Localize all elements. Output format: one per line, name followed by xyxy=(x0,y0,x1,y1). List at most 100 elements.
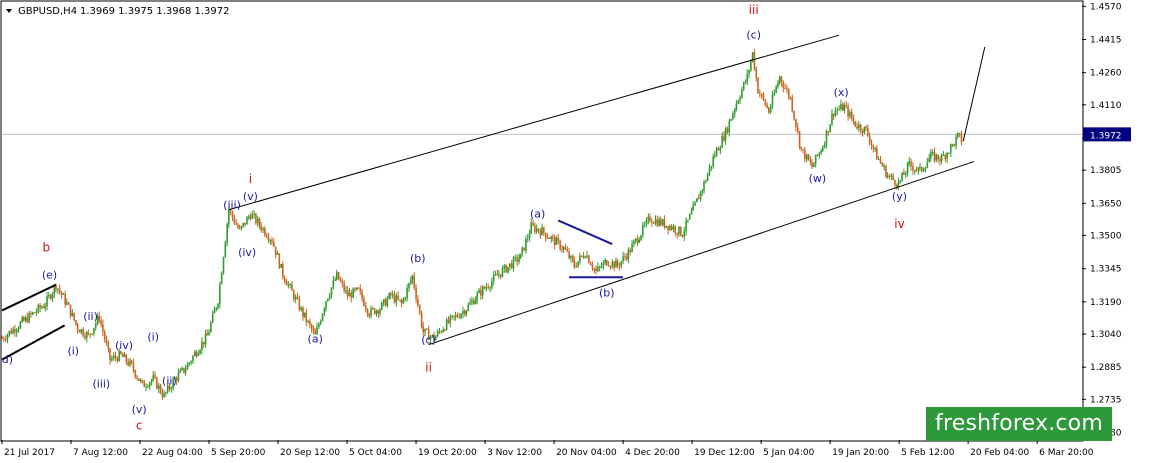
candle-body xyxy=(417,298,419,306)
candle-body xyxy=(726,128,729,133)
candle-body xyxy=(735,103,738,110)
candle-body xyxy=(793,111,795,120)
wave-label: b xyxy=(42,241,50,255)
wave-label: (ii) xyxy=(162,374,177,387)
candle-body xyxy=(847,106,849,117)
candle-body xyxy=(193,352,196,356)
y-tick-label: 1.3190 xyxy=(1090,298,1122,308)
candle-body xyxy=(562,247,565,250)
candle-body xyxy=(510,263,513,269)
candle-body xyxy=(534,225,536,232)
candle-body xyxy=(355,287,358,290)
candle-body xyxy=(512,257,515,269)
candle-body xyxy=(820,150,822,153)
candle-body xyxy=(606,260,608,266)
candle-body xyxy=(640,235,642,240)
candle-body xyxy=(919,166,921,168)
candle-body xyxy=(690,210,693,215)
candle-body xyxy=(800,146,802,149)
candle-body xyxy=(357,287,360,289)
candle-body xyxy=(361,291,363,299)
candle-body xyxy=(420,312,423,327)
candle-body xyxy=(409,280,412,284)
candle-body xyxy=(238,227,241,229)
wave-label: i xyxy=(249,172,252,186)
candle-body xyxy=(26,317,29,323)
candle-body xyxy=(811,162,813,168)
candle-body xyxy=(78,330,81,333)
candle-body xyxy=(784,87,786,89)
candle-body xyxy=(611,261,614,267)
candle-body xyxy=(948,152,950,154)
candle-body xyxy=(537,228,540,232)
candle-body xyxy=(674,226,677,233)
candle-body xyxy=(622,256,624,262)
candle-body xyxy=(940,155,943,161)
candle-body xyxy=(278,253,281,268)
candle-body xyxy=(436,331,439,337)
candle-body xyxy=(224,242,227,258)
candle-body xyxy=(802,148,804,150)
candle-body xyxy=(618,265,621,267)
candle-body xyxy=(588,255,590,263)
current-price-label: 1.3972 xyxy=(1090,131,1122,141)
candle-body xyxy=(44,306,46,308)
candle-body xyxy=(555,238,558,246)
candle-body xyxy=(260,225,262,231)
candle-body xyxy=(633,240,635,245)
x-tick-label: 21 Jul 2017 xyxy=(4,448,55,458)
candle-body xyxy=(354,288,356,290)
candle-body xyxy=(73,312,75,321)
candle-body xyxy=(359,288,362,292)
candle-body xyxy=(604,260,606,263)
candle-body xyxy=(62,294,65,296)
candle-body xyxy=(885,166,887,178)
candle-body xyxy=(211,313,214,323)
y-tick-label: 1.3500 xyxy=(1090,231,1122,241)
candle-body xyxy=(642,224,644,236)
y-tick-label: 1.4570 xyxy=(1090,2,1122,12)
price-chart[interactable]: GBPUSD,H4 1.3969 1.3975 1.3968 1.3972 b (… xyxy=(0,0,1155,463)
candle-body xyxy=(312,329,315,331)
candle-body xyxy=(892,175,894,181)
candle-body xyxy=(444,329,446,331)
candle-body xyxy=(733,109,736,114)
candle-body xyxy=(471,300,473,303)
candle-body xyxy=(210,322,212,332)
candle-body xyxy=(660,219,662,225)
candle-body xyxy=(489,287,491,289)
candle-body xyxy=(364,305,367,310)
candle-body xyxy=(112,355,115,359)
candle-body xyxy=(696,198,698,203)
candle-body xyxy=(274,246,277,255)
candle-body xyxy=(4,339,7,341)
candle-body xyxy=(730,119,732,121)
candle-body xyxy=(395,295,398,303)
candle-body xyxy=(931,151,934,153)
candle-body xyxy=(577,261,579,267)
candle-body xyxy=(445,319,448,330)
y-tick-label: 1.3345 xyxy=(1090,265,1122,275)
candle-body xyxy=(609,266,612,268)
candle-body xyxy=(858,124,860,129)
candle-body xyxy=(777,82,779,87)
wave-label: (b) xyxy=(599,286,615,299)
x-tick-label: 6 Mar 20:00 xyxy=(1039,448,1094,458)
candle-body xyxy=(228,210,230,225)
candle-body xyxy=(303,312,306,317)
candle-body xyxy=(343,283,345,291)
candle-body xyxy=(769,106,772,113)
candle-body xyxy=(165,392,167,394)
candle-body xyxy=(890,175,893,177)
candle-body xyxy=(105,339,108,344)
candle-body xyxy=(645,219,648,225)
candle-body xyxy=(440,331,443,333)
candle-body xyxy=(377,310,380,314)
candle-body xyxy=(694,202,696,206)
candle-body xyxy=(899,180,902,182)
candle-body xyxy=(631,244,633,253)
candle-body xyxy=(390,293,392,296)
candle-body xyxy=(838,108,840,110)
candle-body xyxy=(438,331,441,333)
y-tick-label: 1.2885 xyxy=(1090,363,1122,373)
